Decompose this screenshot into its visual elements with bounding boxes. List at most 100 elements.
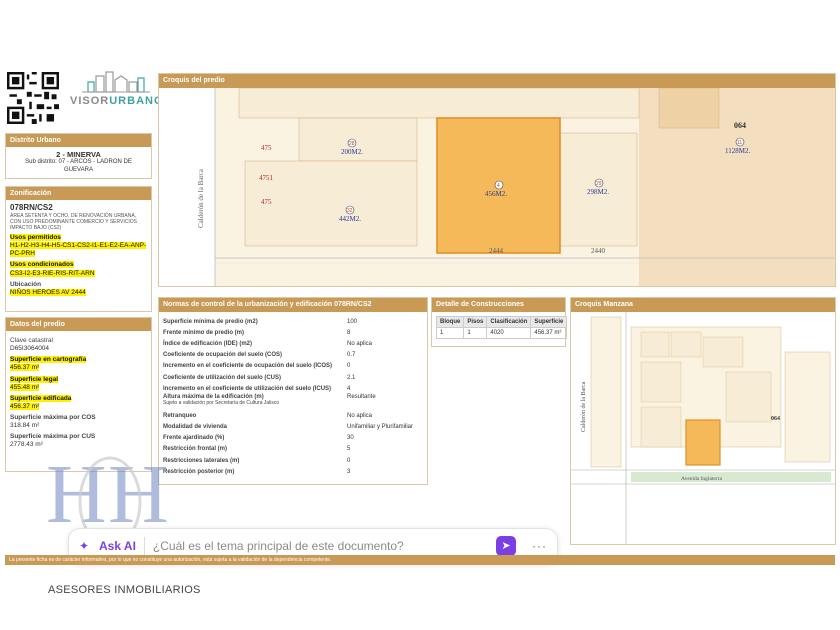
disclaimer-strip: La presente ficha es de carácter informa… [5, 555, 835, 565]
norma-key: Restricción posterior (m) [163, 468, 235, 475]
logo-brand-text: VISOR [70, 95, 110, 107]
norma-row: Incremento en el coeficiente de ocupació… [159, 361, 427, 372]
norma-key: Frente mínimo de predio (m) [163, 329, 245, 336]
sup-legal-label: Superficie legal [10, 375, 59, 383]
company-name: ASESORES INMOBILIARIOS [48, 584, 201, 596]
norma-value: 0.7 [347, 352, 356, 359]
norma-key: Incremento en el coeficiente de utilizac… [163, 385, 332, 392]
norma-value: 0 [347, 457, 351, 464]
lot-4-area: 456M2. [485, 190, 507, 198]
ubicacion-value: NIÑOS HEROES AV 2444 [10, 288, 86, 296]
croquis-street-number-2: 2440 [591, 247, 606, 255]
norma-row: Coeficiente de utilización del suelo (CU… [159, 372, 427, 383]
usos-condicionados-value: CS3-I2-E3-RIE-RIS-RIT-ARN [10, 269, 95, 277]
zonificacion-heading: Zonificación [6, 187, 151, 200]
sup-cos-label: Superficie máxima por COS [10, 414, 96, 421]
manzana-street-vertical: Calderón de la Barca [581, 381, 587, 432]
norma-key: Coeficiente de utilización del suelo (CU… [163, 374, 282, 381]
lot-29-area: 298M2. [587, 188, 609, 196]
norma-value: No aplica [347, 412, 373, 419]
norma-row: Incremento en el coeficiente de utilizac… [159, 383, 427, 394]
distrito-sub: Sub distrito: 07 - ARCOS - LADRON DE GUE… [25, 159, 132, 173]
norma-key: Frente ajardinado (%) [163, 435, 225, 442]
norma-key: Incremento en el coeficiente de ocupació… [163, 363, 333, 370]
croquis-street-vertical: Calderón de la Barca [197, 168, 205, 228]
clave-label: Clave catastral [10, 337, 53, 344]
lot-11-id: 11 [737, 140, 742, 146]
croquis-side-number-2: 4751 [259, 174, 274, 182]
norma-row: Frente ajardinado (%) 30 [159, 433, 427, 444]
norma-row: Coeficiente de ocupación del suelo (COS)… [159, 350, 427, 361]
construcciones-panel: Detalle de Construcciones Bloque Pisos C… [431, 297, 568, 347]
distrito-heading: Distrito Urbano [6, 134, 151, 147]
predio-heading: Datos del predio [6, 318, 151, 331]
lot-11-area: 1128M2. [725, 147, 750, 155]
usos-condicionados-label: Usos condicionados [10, 261, 74, 269]
zonificacion-panel: Zonificación 078RN/CS2 ÁREA SETENTA Y OC… [5, 186, 152, 312]
croquis-manzana-map: Calderón de la Barca Avenida Inglaterra … [571, 312, 835, 544]
send-icon[interactable]: ➤ [496, 536, 516, 556]
ubicacion-label: Ubicación [10, 280, 42, 288]
norma-value: 8 [347, 329, 351, 336]
norma-row: Altura máxima de la edificación (m) Sujet… [159, 394, 427, 410]
croquis-side-number-1: 475 [261, 144, 272, 152]
lot-4-id: 4 [497, 183, 500, 189]
norma-row: Restricción posterior (m) 3 [159, 466, 427, 477]
norma-altura-note: Sujeto a validación por Secretaría de Cu… [163, 400, 280, 407]
clave-value: D65I3064004 [10, 345, 50, 353]
construcciones-heading: Detalle de Construcciones [432, 298, 565, 312]
distrito-name: 2 - MINERVA [56, 150, 101, 159]
sup-edif-label: Superficie edificada [10, 394, 72, 402]
normas-heading: Normas de control de la urbanización y e… [159, 298, 427, 312]
norma-key: Restricción frontal (m) [163, 446, 228, 453]
norma-row: Frente mínimo de predio (m) 8 [159, 327, 427, 338]
usos-permitidos-value: H1-H2-H3-H4-H5-CS1-CS2-I1-E1-E2-EA-ANP-P… [10, 242, 147, 258]
table-cell: 4020 [486, 327, 532, 339]
croquis-street-number-1: 2444 [489, 247, 504, 255]
sparkle-icon: ✦ [79, 539, 90, 553]
norma-key: Superficie mínima de predio (m2) [163, 318, 258, 325]
lot-32-id: 32 [347, 208, 353, 214]
norma-row: Índice de edificación (IDE) (m2) No aplic… [159, 338, 427, 349]
usos-permitidos-label: Usos permitidos [10, 234, 61, 241]
croquis-side-number-3: 475 [261, 198, 272, 206]
croquis-block-number: 064 [734, 121, 746, 130]
zonificacion-code: 078RN/CS2 [10, 203, 53, 212]
norma-row: Restricciones laterales (m) 0 [159, 455, 427, 466]
norma-value: 0 [347, 363, 351, 370]
norma-value: 30 [347, 435, 354, 442]
lot-28-area: 200M2. [341, 148, 363, 156]
ask-ai-button[interactable]: Ask AI [99, 539, 136, 553]
zonificacion-desc: ÁREA SETENTA Y OCHO, DE RENOVACIÓN URBAN… [10, 213, 137, 231]
norma-row: Superficie mínima de predio (m2) 100 [159, 316, 427, 327]
table-header: Bloque [435, 316, 465, 328]
normas-panel: Normas de control de la urbanización y e… [158, 297, 428, 485]
manzana-street-bottom: Avenida Inglaterra [681, 476, 723, 482]
logo-brand-accent-text: URBANO [109, 95, 164, 107]
norma-row: Modalidad de vivienda Unifamiliar y Pluri… [159, 422, 427, 433]
norma-value: 4 [347, 385, 351, 392]
table-cell: 456.37 m² [530, 327, 568, 339]
croquis-manzana-panel: Croquis Manzana Calderón de la Barca Ave… [570, 297, 836, 545]
norma-row: Restricción frontal (m) 5 [159, 444, 427, 455]
norma-value: Unifamiliar y Plurifamiliar [347, 424, 414, 431]
table-row: 1 1 4020 456.37 m² [435, 327, 568, 339]
norma-value: 3 [347, 468, 351, 475]
norma-key: Retranqueo [163, 412, 197, 419]
norma-row: Retranqueo No aplica [159, 410, 427, 421]
norma-value: 2.1 [347, 374, 356, 381]
sup-cos-value: 318.84 m² [10, 422, 40, 430]
manzana-block-number: 064 [771, 416, 780, 422]
construcciones-table: Bloque Pisos Clasificación Superficie 1 … [435, 316, 568, 339]
lot-28-id: 28 [349, 141, 355, 147]
norma-key: Modalidad de vivienda [163, 424, 228, 431]
croquis-predio-heading: Croquis del predio [159, 74, 835, 88]
ask-ai-question-input[interactable]: ¿Cuál es el tema principal de este docum… [153, 539, 488, 553]
sup-carto-value: 456.37 m² [10, 364, 40, 372]
norma-key: Coeficiente de ocupación del suelo (COS) [163, 352, 283, 359]
more-options-button[interactable]: ··· [532, 539, 547, 553]
sup-carto-label: Superficie en cartografía [10, 356, 87, 364]
lot-29-id: 29 [596, 181, 602, 187]
divider [143, 537, 145, 555]
norma-key: Índice de edificación (IDE) (m2) [163, 340, 253, 347]
